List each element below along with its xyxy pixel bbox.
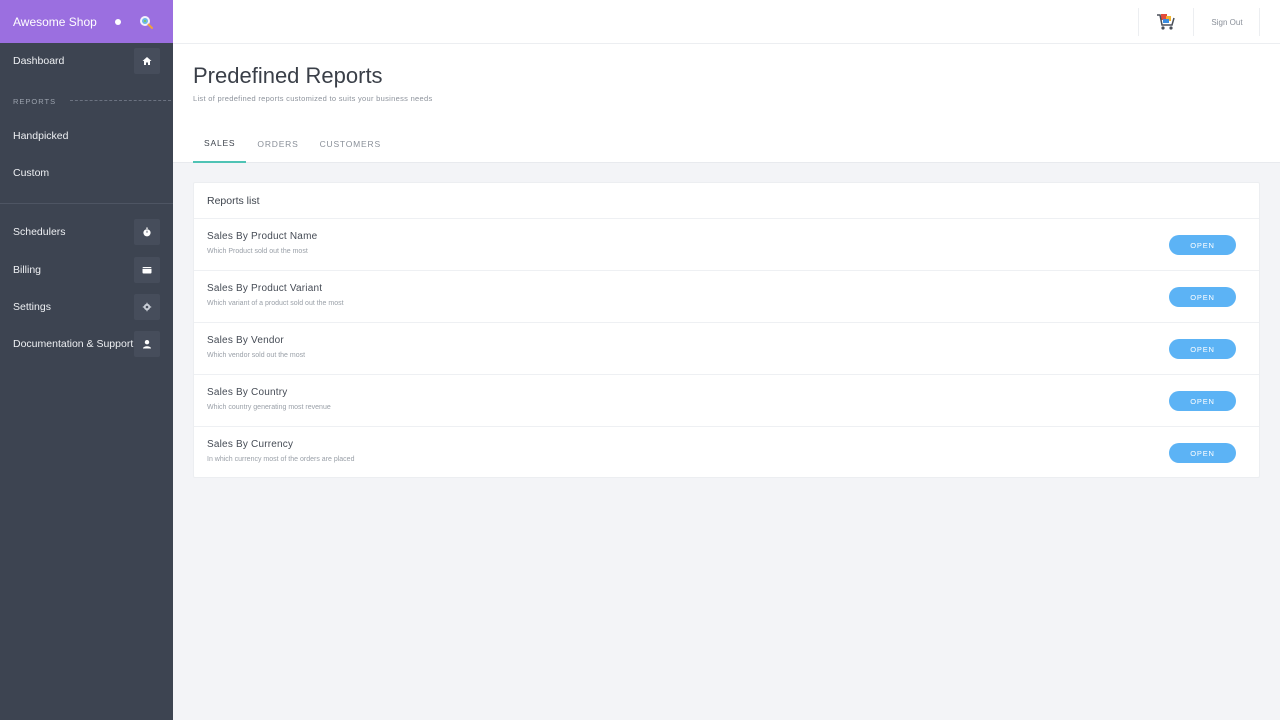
sidebar-item-label: Schedulers — [13, 226, 66, 238]
report-title: Sales By Product Name — [207, 231, 318, 242]
sidebar-item-label: Dashboard — [13, 55, 65, 67]
report-description: Which vendor sold out the most — [207, 352, 306, 359]
brand-bar: Awesome Shop — [0, 0, 173, 43]
reports-card: Reports list Sales By Product Name Which… — [193, 182, 1260, 478]
report-row: Sales By Vendor Which vendor sold out th… — [194, 323, 1259, 375]
report-title: Sales By Country — [207, 387, 288, 398]
stopwatch-icon — [134, 219, 160, 245]
sidebar-item-label: Settings — [13, 301, 51, 313]
cart-button[interactable] — [1138, 8, 1194, 36]
page-title: Predefined Reports — [193, 63, 383, 88]
report-row: Sales By Currency In which currency most… — [194, 427, 1259, 479]
search-icon[interactable] — [138, 14, 154, 30]
wallet-icon — [134, 257, 160, 283]
report-title: Sales By Currency — [207, 439, 294, 450]
card-title: Reports list — [194, 183, 1259, 219]
brand-name[interactable]: Awesome Shop — [13, 15, 115, 29]
sidebar-item-label: Documentation & Support — [13, 338, 134, 350]
user-icon — [134, 331, 160, 357]
report-title: Sales By Product Variant — [207, 283, 323, 294]
sidebar-item-settings[interactable]: Settings — [0, 294, 173, 320]
sidebar-item-dashboard[interactable]: Dashboard — [0, 48, 173, 74]
gear-icon — [134, 294, 160, 320]
sidebar-item-documentation[interactable]: Documentation & Support — [0, 331, 173, 357]
tab-customers[interactable]: CUSTOMERS — [310, 124, 391, 163]
open-button[interactable]: OPEN — [1169, 287, 1236, 307]
top-bar: Sign Out — [173, 0, 1280, 44]
report-row: Sales By Product Variant Which variant o… — [194, 271, 1259, 323]
section-label-reports: REPORTS — [13, 97, 57, 106]
page-header: Predefined Reports List of predefined re… — [173, 44, 1280, 163]
report-description: Which country generating most revenue — [207, 404, 331, 411]
sidebar-item-label: Custom — [13, 167, 50, 179]
sidebar: Awesome Shop Dashboard REPORTS Handpicke… — [0, 0, 173, 720]
sidebar-item-label: Handpicked — [13, 130, 69, 142]
open-button[interactable]: OPEN — [1169, 235, 1236, 255]
report-description: Which Product sold out the most — [207, 248, 308, 255]
report-row: Sales By Product Name Which Product sold… — [194, 219, 1259, 271]
open-button[interactable]: OPEN — [1169, 391, 1236, 411]
report-row: Sales By Country Which country generatin… — [194, 375, 1259, 427]
tab-orders[interactable]: ORDERS — [247, 124, 308, 163]
sidebar-item-billing[interactable]: Billing — [0, 257, 173, 283]
sidebar-item-handpicked[interactable]: Handpicked — [0, 123, 173, 149]
home-icon — [134, 48, 160, 74]
sidebar-item-schedulers[interactable]: Schedulers — [0, 219, 173, 245]
report-description: In which currency most of the orders are… — [207, 456, 355, 463]
open-button[interactable]: OPEN — [1169, 443, 1236, 463]
section-divider — [70, 100, 171, 101]
divider — [0, 203, 173, 204]
shopping-cart-icon — [1157, 14, 1175, 30]
sidebar-item-custom[interactable]: Custom — [0, 160, 173, 186]
page-subtitle: List of predefined reports customized to… — [193, 94, 433, 103]
report-title: Sales By Vendor — [207, 335, 284, 346]
sign-out-link[interactable]: Sign Out — [1195, 8, 1260, 36]
tab-sales[interactable]: SALES — [193, 124, 247, 163]
report-description: Which variant of a product sold out the … — [207, 300, 344, 307]
open-button[interactable]: OPEN — [1169, 339, 1236, 359]
tab-bar: SALES ORDERS CUSTOMERS — [193, 124, 392, 163]
status-dot-icon — [115, 18, 121, 25]
sidebar-item-label: Billing — [13, 264, 42, 276]
